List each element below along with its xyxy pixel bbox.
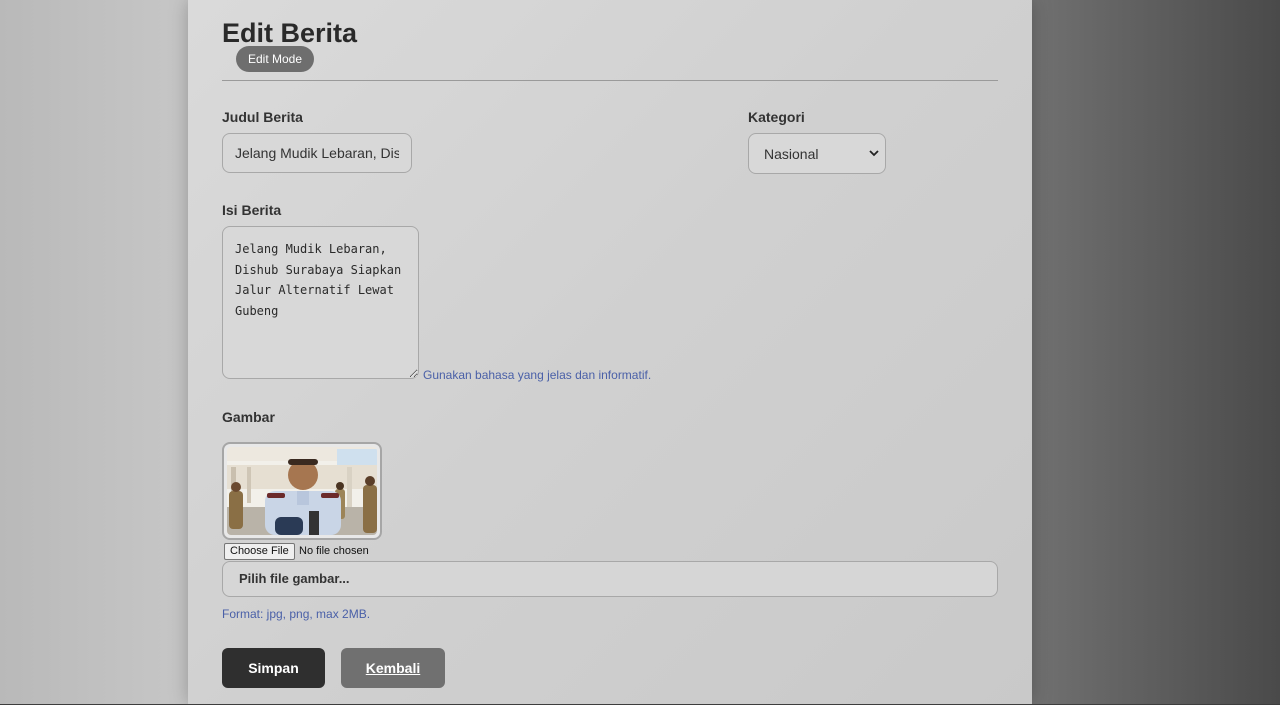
format-hint: Format: jpg, png, max 2MB. bbox=[222, 607, 371, 621]
kategori-selected-value: Nasional bbox=[764, 146, 819, 162]
edit-mode-badge: Edit Mode bbox=[236, 46, 314, 72]
kategori-select[interactable]: Nasional bbox=[748, 133, 886, 174]
back-button[interactable]: Kembali bbox=[341, 648, 445, 688]
judul-input[interactable] bbox=[222, 133, 412, 173]
judul-label: Judul Berita bbox=[222, 109, 303, 125]
save-button[interactable]: Simpan bbox=[222, 648, 325, 688]
kategori-label: Kategori bbox=[748, 109, 805, 125]
image-file-picker[interactable]: Pilih file gambar... bbox=[222, 561, 998, 597]
isi-label: Isi Berita bbox=[222, 202, 282, 218]
page-title: Edit Berita bbox=[222, 18, 358, 48]
isi-hint: Gunakan bahasa yang jelas dan informatif… bbox=[423, 368, 652, 382]
choose-file-button[interactable]: Choose File bbox=[224, 543, 295, 560]
chevron-down-icon bbox=[869, 134, 879, 190]
gambar-label: Gambar bbox=[222, 409, 275, 425]
isi-textarea[interactable]: Jelang Mudik Lebaran, Dishub Surabaya Si… bbox=[222, 226, 419, 379]
no-file-chosen-text: No file chosen bbox=[299, 545, 369, 557]
header-divider bbox=[222, 80, 998, 81]
current-image-thumbnail bbox=[222, 442, 382, 540]
edit-form-panel: Edit Berita Edit Mode Judul Berita Kateg… bbox=[188, 0, 1032, 704]
news-photo bbox=[227, 447, 377, 535]
